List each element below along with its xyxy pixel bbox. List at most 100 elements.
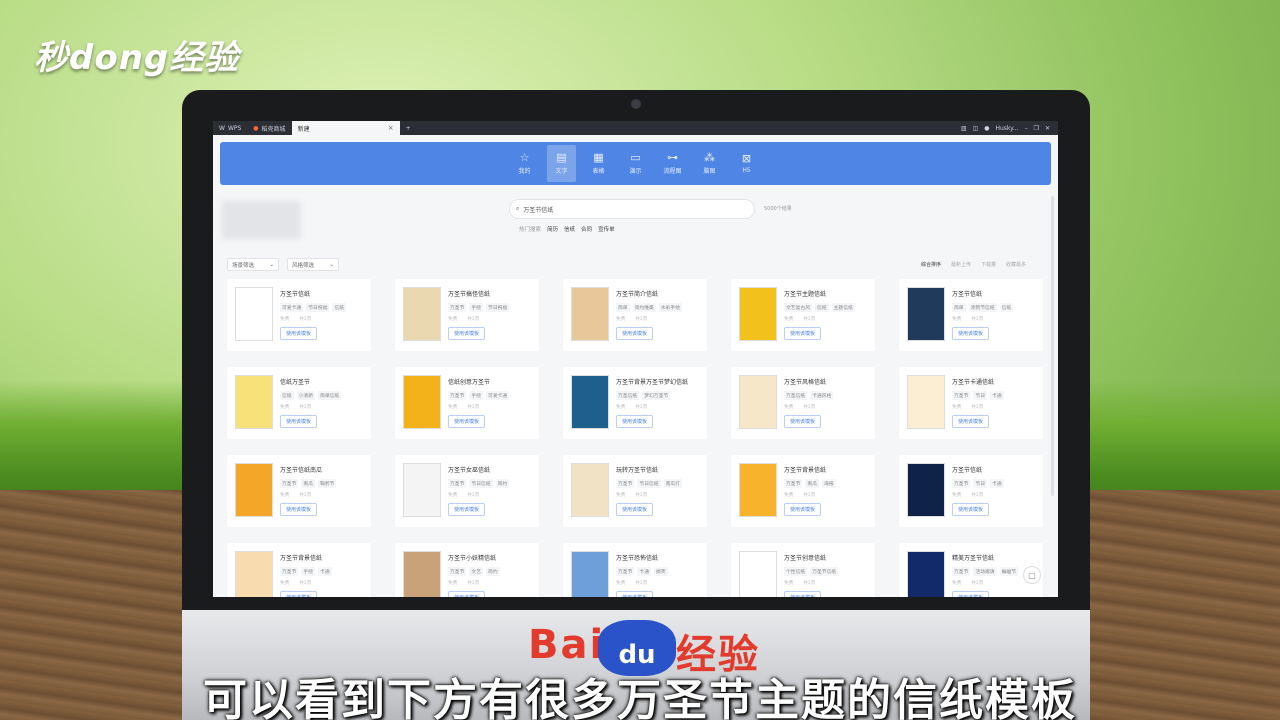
template-card[interactable]: 万圣节风格信纸 万圣信纸 卡通风格 免费 共1页 使用该模板: [731, 367, 875, 439]
template-card[interactable]: 万圣节女巫信纸 万圣节 节日信纸 简约 免费 共1页 使用该模板: [395, 455, 539, 527]
template-title[interactable]: 万圣节搞怪信纸: [448, 289, 490, 298]
template-title[interactable]: 万圣节小妖精信纸: [448, 553, 496, 562]
template-thumbnail[interactable]: [739, 375, 777, 429]
use-template-button[interactable]: 使用该模板: [448, 591, 485, 597]
template-title[interactable]: 万圣节创意信纸: [784, 553, 826, 562]
template-title[interactable]: 万圣节恐怖信纸: [616, 553, 658, 562]
template-card[interactable]: 信纸万圣节 信纸 小清新 简单信纸 免费 共1页 使用该模板: [227, 367, 371, 439]
template-thumbnail[interactable]: [571, 287, 609, 341]
template-card[interactable]: 万圣节创意信纸个性信纸万圣节信纸免费 共1页使用该模板: [731, 543, 875, 597]
nav-item-star[interactable]: ☆ 我的: [510, 145, 539, 182]
hot-search-item[interactable]: 合同: [581, 225, 592, 233]
nav-item-presentation[interactable]: ▭ 演示: [621, 145, 650, 182]
tab-wps[interactable]: W WPS: [213, 121, 247, 135]
nav-item-table[interactable]: ▦ 表格: [584, 145, 613, 182]
template-title[interactable]: 万圣节简介信纸: [616, 289, 658, 298]
template-thumbnail[interactable]: [571, 551, 609, 597]
settings-icon[interactable]: ◫: [973, 125, 979, 132]
close-icon[interactable]: ×: [388, 124, 394, 132]
template-thumbnail[interactable]: [235, 375, 273, 429]
template-thumbnail[interactable]: [739, 551, 777, 597]
close-window-icon[interactable]: ✕: [1045, 125, 1050, 132]
template-thumbnail[interactable]: [739, 287, 777, 341]
use-template-button[interactable]: 使用该模板: [616, 591, 653, 597]
sort-downloads[interactable]: 下载量: [981, 261, 996, 268]
template-card[interactable]: 万圣节信纸 简单 涂鸦节信纸 信纸 免费 共1页 使用该模板: [899, 279, 1043, 351]
template-card[interactable]: 玩转万圣节信纸 万圣节 节日信纸 南瓜灯 免费 共1页 使用该模板: [563, 455, 707, 527]
template-title[interactable]: 万圣节信纸: [952, 289, 982, 298]
use-template-button[interactable]: 使用该模板: [952, 327, 989, 340]
hot-search-item[interactable]: 简历: [547, 225, 558, 233]
template-title[interactable]: 信纸万圣节: [280, 377, 310, 386]
template-title[interactable]: 万圣节信纸南瓜: [280, 465, 322, 474]
template-card[interactable]: 万圣节主题信纸 文艺复古风 信纸 主题信纸 免费 共1页 使用该模板: [731, 279, 875, 351]
feedback-button[interactable]: ▢: [1023, 566, 1041, 584]
template-thumbnail[interactable]: [235, 551, 273, 597]
template-card[interactable]: 万圣节背景信纸万圣节手绘卡通免费 共1页使用该模板: [227, 543, 371, 597]
template-thumbnail[interactable]: [907, 287, 945, 341]
template-title[interactable]: 精美万圣节信纸: [952, 553, 994, 562]
sort-favorites[interactable]: 收藏最多: [1006, 261, 1026, 268]
style-filter-dropdown[interactable]: 风格筛选 ⌄: [287, 258, 339, 271]
use-template-button[interactable]: 使用该模板: [784, 591, 821, 597]
restore-icon[interactable]: ❐: [1034, 125, 1039, 132]
minimize-icon[interactable]: –: [1025, 125, 1028, 132]
template-title[interactable]: 万圣节卡通信纸: [952, 377, 994, 386]
template-title[interactable]: 万圣节信纸: [952, 465, 982, 474]
use-template-button[interactable]: 使用该模板: [784, 415, 821, 428]
sort-comprehensive[interactable]: 综合排序: [921, 261, 941, 268]
template-thumbnail[interactable]: [235, 463, 273, 517]
use-template-button[interactable]: 使用该模板: [616, 503, 653, 516]
use-template-button[interactable]: 使用该模板: [280, 415, 317, 428]
use-template-button[interactable]: 使用该模板: [952, 591, 989, 597]
nav-item-flowchart[interactable]: ⊶ 流程图: [658, 145, 687, 182]
template-card[interactable]: 万圣节背景万圣节梦幻信纸 万圣信纸 梦幻万圣节 免费 共1页 使用该模板: [563, 367, 707, 439]
template-title[interactable]: 信纸创意万圣节: [448, 377, 490, 386]
template-card[interactable]: 万圣节小妖精信纸万圣节文艺简约免费 共1页使用该模板: [395, 543, 539, 597]
template-thumbnail[interactable]: [907, 375, 945, 429]
use-template-button[interactable]: 使用该模板: [280, 503, 317, 516]
use-template-button[interactable]: 使用该模板: [448, 327, 485, 340]
template-card[interactable]: 万圣节简介信纸 简单 简约唯美 水彩手绘 免费 共1页 使用该模板: [563, 279, 707, 351]
template-thumbnail[interactable]: [403, 463, 441, 517]
template-thumbnail[interactable]: [403, 551, 441, 597]
template-card[interactable]: 万圣节信纸 万圣节 节日 卡通 免费 共1页 使用该模板: [899, 455, 1043, 527]
template-title[interactable]: 玩转万圣节信纸: [616, 465, 658, 474]
template-thumbnail[interactable]: [571, 463, 609, 517]
template-thumbnail[interactable]: [403, 375, 441, 429]
template-card[interactable]: 万圣节信纸 可爱卡通 节日祝福 信纸 免费 共1页 使用该模板: [227, 279, 371, 351]
tab-new[interactable]: 新建 ×: [291, 121, 400, 135]
template-title[interactable]: 万圣节背景信纸: [784, 465, 826, 474]
use-template-button[interactable]: 使用该模板: [448, 415, 485, 428]
template-title[interactable]: 万圣节背景万圣节梦幻信纸: [616, 377, 688, 386]
hot-search-item[interactable]: 宣传单: [598, 225, 615, 233]
use-template-button[interactable]: 使用该模板: [952, 503, 989, 516]
nav-item-mindmap[interactable]: ⁂ 脑图: [695, 145, 724, 182]
scene-filter-dropdown[interactable]: 场景筛选 ⌄: [227, 258, 279, 271]
use-template-button[interactable]: 使用该模板: [448, 503, 485, 516]
template-card[interactable]: 信纸创意万圣节 万圣节 手绘 可爱卡通 免费 共1页 使用该模板: [395, 367, 539, 439]
template-title[interactable]: 万圣节女巫信纸: [448, 465, 490, 474]
template-title[interactable]: 万圣节背景信纸: [280, 553, 322, 562]
use-template-button[interactable]: 使用该模板: [616, 415, 653, 428]
template-thumbnail[interactable]: [739, 463, 777, 517]
search-input[interactable]: ⌕ 万圣节信纸: [509, 199, 755, 219]
add-tab-button[interactable]: +: [400, 121, 417, 135]
user-name[interactable]: Husky...: [995, 125, 1018, 132]
scrollbar[interactable]: [1051, 196, 1054, 496]
sort-latest[interactable]: 最新上传: [951, 261, 971, 268]
template-thumbnail[interactable]: [235, 287, 273, 341]
nav-item-document[interactable]: ▤ 文字: [547, 145, 576, 182]
layout-icon[interactable]: ▥: [961, 125, 967, 132]
use-template-button[interactable]: 使用该模板: [280, 591, 317, 597]
template-title[interactable]: 万圣节主题信纸: [784, 289, 826, 298]
use-template-button[interactable]: 使用该模板: [280, 327, 317, 340]
template-thumbnail[interactable]: [571, 375, 609, 429]
use-template-button[interactable]: 使用该模板: [784, 503, 821, 516]
template-card[interactable]: 万圣节卡通信纸 万圣节 节日 卡通 免费 共1页 使用该模板: [899, 367, 1043, 439]
use-template-button[interactable]: 使用该模板: [784, 327, 821, 340]
template-title[interactable]: 万圣节信纸: [280, 289, 310, 298]
template-thumbnail[interactable]: [403, 287, 441, 341]
template-card[interactable]: 万圣节背景信纸 万圣节 南瓜 海报 免费 共1页 使用该模板: [731, 455, 875, 527]
template-title[interactable]: 万圣节风格信纸: [784, 377, 826, 386]
